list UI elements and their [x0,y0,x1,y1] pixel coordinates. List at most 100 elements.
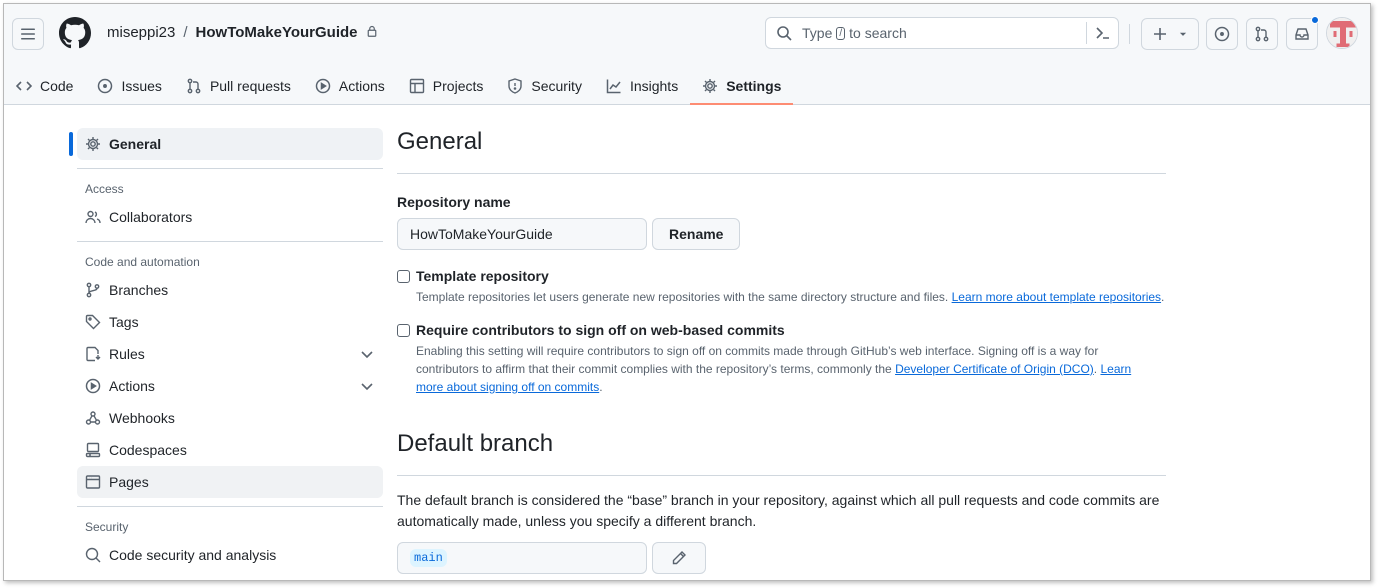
tab-label: Settings [726,78,782,94]
code-icon [16,81,32,91]
repo-header: miseppi23 / HowToMakeYourGuide Type / to… [4,4,1370,105]
webhook-icon [85,411,101,425]
sidebar-heading-security: Security [85,520,129,534]
tab-label: Projects [432,78,484,94]
repo-name-label: Repository name [397,194,511,210]
option-description: Template repositories let users generate… [416,288,1164,306]
search-shortcut-key: / [836,26,846,40]
sidebar-item-webhooks[interactable]: Webhooks [77,402,383,434]
signoff-option: Require contributors to sign off on web-… [397,322,1166,396]
branch-name: main [410,549,447,567]
play-icon [85,378,101,394]
avatar[interactable] [1326,17,1358,49]
sidebar-item-label: Branches [109,282,169,298]
menu-button[interactable] [12,18,44,50]
repo-link[interactable]: HowToMakeYourGuide [196,24,358,41]
tag-icon [85,314,101,330]
template-learn-more-link[interactable]: Learn more about template repositories [952,290,1161,304]
sidebar-item-label: Codespaces [109,442,187,458]
tab-label: Code [40,78,74,94]
sidebar-item-label: Tags [109,314,139,330]
breadcrumb: miseppi23 / HowToMakeYourGuide [107,24,378,41]
search-placeholder-before: Type [802,25,833,41]
tab-actions[interactable]: Actions [303,70,397,102]
tab-pull-requests[interactable]: Pull requests [174,70,303,102]
create-new-button[interactable] [1141,18,1199,50]
search-input[interactable]: Type / to search [765,17,1119,49]
tab-label: Actions [338,78,385,94]
default-branch-field: main [397,542,647,574]
owner-link[interactable]: miseppi23 [107,24,175,41]
pull-request-icon [1255,26,1269,42]
chevron-down-icon[interactable] [359,378,375,394]
sidebar-item-label: Webhooks [109,410,175,426]
chevron-down-icon[interactable] [359,346,375,362]
issues-button[interactable] [1206,18,1238,50]
hamburger-icon [21,28,35,40]
sidebar-item-actions[interactable]: Actions [77,370,383,402]
tab-security[interactable]: Security [495,70,594,102]
tab-settings[interactable]: Settings [690,70,794,105]
breadcrumb-separator: / [183,24,188,41]
sidebar-item-general[interactable]: General [69,128,383,160]
pull-requests-button[interactable] [1246,18,1278,50]
sidebar-item-rules[interactable]: Rules [77,338,383,370]
browser-frame: miseppi23 / HowToMakeYourGuide Type / to… [3,3,1371,581]
rename-button[interactable]: Rename [652,218,741,250]
caret-down-icon [1179,32,1187,36]
dco-link[interactable]: Developer Certificate of Origin (DCO) [895,362,1094,376]
command-palette-icon[interactable] [1086,22,1118,44]
tab-code[interactable]: Code [4,70,85,102]
tab-insights[interactable]: Insights [594,70,690,102]
rules-icon [86,346,101,362]
people-icon [85,210,101,224]
lock-icon [366,24,378,41]
shield-icon [508,78,523,94]
divider [77,241,383,242]
tab-issues[interactable]: Issues [85,70,173,102]
graph-icon [606,79,621,94]
tab-label: Issues [121,78,162,94]
sidebar-item-collaborators[interactable]: Collaborators [77,201,383,233]
branch-icon [86,282,100,298]
edit-branch-button[interactable] [652,542,706,574]
signoff-checkbox[interactable] [397,324,410,337]
search-placeholder-after: to search [849,25,907,41]
table-icon [409,78,424,94]
template-desc-text: Template repositories let users generate… [416,290,952,304]
codescan-icon [85,547,101,563]
sidebar-item-label: Code security and analysis [109,547,277,563]
template-repository-checkbox[interactable] [397,270,410,283]
issue-icon [98,78,113,94]
sidebar-item-label: Rules [109,346,145,362]
pull-request-icon [187,78,201,94]
sidebar-item-label: Actions [109,378,155,394]
sidebar-heading-code-automation: Code and automation [85,255,200,269]
tab-label: Insights [629,78,679,94]
gear-icon [703,79,718,93]
divider [77,168,383,169]
pencil-icon [672,551,686,565]
repo-name-input[interactable]: HowToMakeYourGuide [397,218,647,250]
sidebar-item-code-security[interactable]: Code security and analysis [77,539,383,571]
sidebar-item-label: Collaborators [109,209,193,225]
sidebar-item-pages[interactable]: Pages [77,466,383,498]
sidebar-item-label: General [109,136,162,152]
page-title: General [397,128,1166,174]
search-icon [777,26,792,41]
sidebar-item-tags[interactable]: Tags [77,306,383,338]
github-logo-icon[interactable] [59,17,91,49]
settings-main: General Repository name HowToMakeYourGui… [397,128,1166,574]
sidebar-item-branches[interactable]: Branches [77,274,383,306]
notification-dot [1311,16,1319,24]
divider [77,506,383,507]
inbox-icon [1295,28,1309,40]
option-title: Require contributors to sign off on web-… [416,322,785,338]
template-desc-end: . [1161,290,1165,304]
settings-sidebar: General Access Collaborators Code and au… [69,128,383,571]
plus-icon [1154,28,1166,40]
sidebar-item-codespaces[interactable]: Codespaces [77,434,383,466]
tab-projects[interactable]: Projects [397,70,496,102]
repo-tabs: Code Issues Pull requests Actions Projec… [4,70,794,105]
gear-icon [86,137,100,151]
